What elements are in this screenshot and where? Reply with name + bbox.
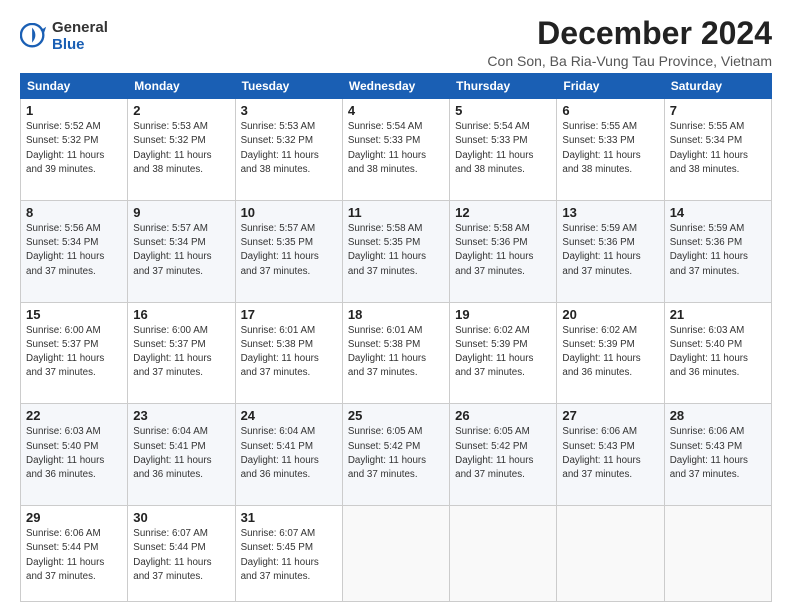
header-monday: Monday bbox=[128, 74, 235, 99]
table-row: 27Sunrise: 6:06 AMSunset: 5:43 PMDayligh… bbox=[557, 404, 664, 506]
header-row: Sunday Monday Tuesday Wednesday Thursday… bbox=[21, 74, 772, 99]
header-friday: Friday bbox=[557, 74, 664, 99]
table-row: 14Sunrise: 5:59 AMSunset: 5:36 PMDayligh… bbox=[664, 200, 771, 302]
table-row bbox=[450, 506, 557, 602]
table-row: 10Sunrise: 5:57 AMSunset: 5:35 PMDayligh… bbox=[235, 200, 342, 302]
title-block: December 2024 Con Son, Ba Ria-Vung Tau P… bbox=[487, 16, 772, 69]
header-wednesday: Wednesday bbox=[342, 74, 449, 99]
table-row: 11Sunrise: 5:58 AMSunset: 5:35 PMDayligh… bbox=[342, 200, 449, 302]
table-row: 13Sunrise: 5:59 AMSunset: 5:36 PMDayligh… bbox=[557, 200, 664, 302]
table-row: 4Sunrise: 5:54 AMSunset: 5:33 PMDaylight… bbox=[342, 99, 449, 201]
table-row: 20Sunrise: 6:02 AMSunset: 5:39 PMDayligh… bbox=[557, 302, 664, 404]
calendar-body: 1Sunrise: 5:52 AMSunset: 5:32 PMDaylight… bbox=[21, 99, 772, 602]
main-title: December 2024 bbox=[487, 16, 772, 51]
table-row: 1Sunrise: 5:52 AMSunset: 5:32 PMDaylight… bbox=[21, 99, 128, 201]
table-row: 22Sunrise: 6:03 AMSunset: 5:40 PMDayligh… bbox=[21, 404, 128, 506]
table-row: 6Sunrise: 5:55 AMSunset: 5:33 PMDaylight… bbox=[557, 99, 664, 201]
table-row: 31Sunrise: 6:07 AMSunset: 5:45 PMDayligh… bbox=[235, 506, 342, 602]
header-sunday: Sunday bbox=[21, 74, 128, 99]
table-row bbox=[342, 506, 449, 602]
table-row: 26Sunrise: 6:05 AMSunset: 5:42 PMDayligh… bbox=[450, 404, 557, 506]
table-row: 8Sunrise: 5:56 AMSunset: 5:34 PMDaylight… bbox=[21, 200, 128, 302]
header: General Blue December 2024 Con Son, Ba R… bbox=[20, 16, 772, 69]
logo-icon bbox=[20, 23, 48, 51]
table-row: 5Sunrise: 5:54 AMSunset: 5:33 PMDaylight… bbox=[450, 99, 557, 201]
table-row: 16Sunrise: 6:00 AMSunset: 5:37 PMDayligh… bbox=[128, 302, 235, 404]
table-row: 19Sunrise: 6:02 AMSunset: 5:39 PMDayligh… bbox=[450, 302, 557, 404]
logo-blue: Blue bbox=[52, 37, 108, 54]
table-row: 9Sunrise: 5:57 AMSunset: 5:34 PMDaylight… bbox=[128, 200, 235, 302]
table-row: 7Sunrise: 5:55 AMSunset: 5:34 PMDaylight… bbox=[664, 99, 771, 201]
calendar-table: Sunday Monday Tuesday Wednesday Thursday… bbox=[20, 73, 772, 602]
table-row: 29Sunrise: 6:06 AMSunset: 5:44 PMDayligh… bbox=[21, 506, 128, 602]
table-row: 24Sunrise: 6:04 AMSunset: 5:41 PMDayligh… bbox=[235, 404, 342, 506]
table-row: 28Sunrise: 6:06 AMSunset: 5:43 PMDayligh… bbox=[664, 404, 771, 506]
table-row: 12Sunrise: 5:58 AMSunset: 5:36 PMDayligh… bbox=[450, 200, 557, 302]
table-row: 17Sunrise: 6:01 AMSunset: 5:38 PMDayligh… bbox=[235, 302, 342, 404]
logo-general: General bbox=[52, 20, 108, 37]
table-row bbox=[664, 506, 771, 602]
header-saturday: Saturday bbox=[664, 74, 771, 99]
table-row: 18Sunrise: 6:01 AMSunset: 5:38 PMDayligh… bbox=[342, 302, 449, 404]
table-row: 3Sunrise: 5:53 AMSunset: 5:32 PMDaylight… bbox=[235, 99, 342, 201]
table-row: 25Sunrise: 6:05 AMSunset: 5:42 PMDayligh… bbox=[342, 404, 449, 506]
table-row: 15Sunrise: 6:00 AMSunset: 5:37 PMDayligh… bbox=[21, 302, 128, 404]
header-thursday: Thursday bbox=[450, 74, 557, 99]
table-row: 21Sunrise: 6:03 AMSunset: 5:40 PMDayligh… bbox=[664, 302, 771, 404]
calendar-header: Sunday Monday Tuesday Wednesday Thursday… bbox=[21, 74, 772, 99]
header-tuesday: Tuesday bbox=[235, 74, 342, 99]
logo-text: General Blue bbox=[52, 20, 108, 53]
table-row bbox=[557, 506, 664, 602]
logo: General Blue bbox=[20, 20, 108, 53]
table-row: 23Sunrise: 6:04 AMSunset: 5:41 PMDayligh… bbox=[128, 404, 235, 506]
page: General Blue December 2024 Con Son, Ba R… bbox=[0, 0, 792, 612]
table-row: 2Sunrise: 5:53 AMSunset: 5:32 PMDaylight… bbox=[128, 99, 235, 201]
subtitle: Con Son, Ba Ria-Vung Tau Province, Vietn… bbox=[487, 53, 772, 69]
table-row: 30Sunrise: 6:07 AMSunset: 5:44 PMDayligh… bbox=[128, 506, 235, 602]
